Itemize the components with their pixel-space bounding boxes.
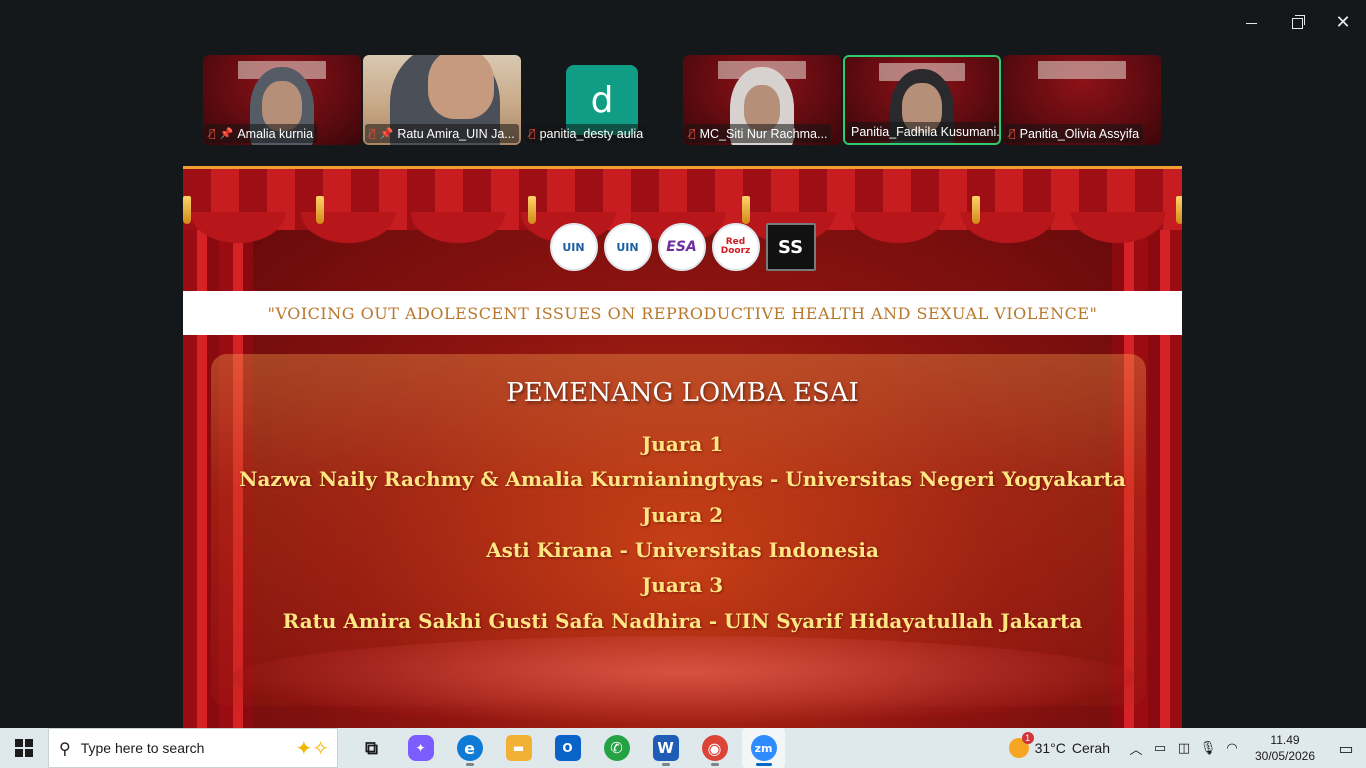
weather-widget[interactable]: 31°C Cerah	[1008, 732, 1110, 758]
winner-name-3: Ratu Amira Sakhi Gusti Safa Nadhira - UI…	[282, 609, 1083, 633]
zoom-meeting-window: ✕ 🎙̸ 📌 Amalia kurnia 🎙̸ 📌 Ratu Amira_UIN…	[0, 0, 1366, 728]
ss-warung-logo: SS	[765, 223, 816, 271]
search-icon: ⚲	[59, 738, 71, 758]
edge-icon: e	[456, 735, 483, 761]
notification-icon[interactable]: ▭	[1326, 728, 1366, 768]
winner-rank-2: Juara 2	[641, 503, 724, 527]
taskbar-edge[interactable]: e	[448, 728, 491, 768]
pin-icon: 📌	[219, 127, 234, 140]
sponsor-logos: UIN UIN ESA Red Doorz SS	[183, 223, 1182, 271]
restore-icon	[1291, 14, 1305, 29]
taskbar-chrome[interactable]: ◉	[693, 728, 736, 768]
taskbar-outlook[interactable]: O	[546, 728, 589, 768]
zoom-icon: zm	[750, 735, 777, 761]
slide-subtitle: "VOICING OUT ADOLESCENT ISSUES ON REPROD…	[183, 291, 1182, 335]
battery-icon[interactable]: ▭	[1148, 728, 1172, 768]
winner-name-2: Asti Kirana - Universitas Indonesia	[486, 538, 879, 562]
esa-logo: ESA	[657, 223, 706, 271]
minimize-icon	[1245, 22, 1257, 24]
mic-muted-icon: 🎙̸	[689, 127, 696, 140]
participant-tile-mc-siti[interactable]: 🎙̸ MC_Siti Nur Rachma...	[683, 55, 841, 145]
participant-tile-olivia[interactable]: 🎙̸ Panitia_Olivia Assyifa	[1003, 55, 1161, 145]
chrome-icon: ◉	[701, 735, 728, 761]
shared-screen: UIN UIN ESA Red Doorz SS "VOICING OUT AD…	[183, 166, 1182, 728]
windows-taskbar: ⚲ Type here to search ✦✧ ⧉ ✦ e ▬ O ✆ W ◉…	[0, 728, 1366, 768]
taskbar-search[interactable]: ⚲ Type here to search ✦✧	[48, 728, 338, 768]
taskbar-file-explorer[interactable]: ▬	[497, 728, 540, 768]
uin-logo: UIN	[549, 223, 598, 271]
start-button[interactable]	[0, 728, 48, 768]
minimize-button[interactable]	[1228, 8, 1274, 38]
winner-rank-3: Juara 3	[641, 573, 724, 597]
taskbar-whatsapp[interactable]: ✆	[595, 728, 638, 768]
reddoorz-logo: Red Doorz	[711, 223, 760, 271]
copilot-sparkle-icon[interactable]: ✦✧	[295, 736, 329, 760]
stage-floor	[223, 636, 1143, 726]
participant-label: Panitia_Fadhila Kusumani...	[847, 122, 999, 141]
mic-muted-icon: 🎙̸	[529, 127, 536, 140]
windows-icon	[15, 739, 33, 757]
camera-icon[interactable]: ◫	[1172, 728, 1196, 768]
participant-label: 🎙̸ Panitia_Olivia Assyifa	[1005, 124, 1144, 143]
participant-label: 🎙̸ 📌 Ratu Amira_UIN Ja...	[365, 124, 519, 143]
clock-date: 30/05/2026	[1254, 749, 1316, 763]
weather-condition: Cerah	[1071, 740, 1110, 756]
pin-icon: 📌	[379, 127, 394, 140]
word-icon: W	[652, 735, 679, 761]
taskbar-apps: ⧉ ✦ e ▬ O ✆ W ◉ zm	[350, 728, 785, 768]
whatsapp-icon: ✆	[603, 735, 630, 761]
winner-rank-1: Juara 1	[641, 432, 724, 456]
participant-tile-amalia[interactable]: 🎙̸ 📌 Amalia kurnia	[203, 55, 361, 145]
clock-time: 11.49	[1270, 733, 1300, 747]
show-hidden-icons-chevron-up-icon[interactable]: ︿	[1124, 728, 1148, 768]
search-placeholder: Type here to search	[80, 740, 205, 756]
microphone-icon[interactable]: 🎙	[1196, 728, 1220, 768]
taskbar-word[interactable]: W	[644, 728, 687, 768]
participant-tile-desty[interactable]: d 🎙̸ panitia_desty aulia	[523, 55, 681, 145]
close-button[interactable]: ✕	[1320, 8, 1366, 38]
task-view-icon: ⧉	[365, 737, 378, 759]
participant-label: 🎙̸ MC_Siti Nur Rachma...	[685, 124, 832, 143]
taskbar-clock[interactable]: 11.49 30/05/2026	[1244, 732, 1326, 764]
taskbar-copilot[interactable]: ✦	[399, 728, 442, 768]
mic-muted-icon: 🎙̸	[369, 127, 376, 140]
weather-temp: 31°C	[1034, 740, 1066, 756]
participant-tile-fadhila[interactable]: Panitia_Fadhila Kusumani...	[843, 55, 1001, 145]
copilot-icon: ✦	[407, 735, 434, 761]
curtain-valance	[183, 166, 1182, 248]
restore-button[interactable]	[1274, 8, 1320, 38]
participant-label: 🎙̸ 📌 Amalia kurnia	[205, 124, 318, 143]
taskbar-task-view[interactable]: ⧉	[350, 728, 393, 768]
uin-faculty-logo: UIN	[603, 223, 652, 271]
system-tray: 31°C Cerah ︿ ▭ ◫ 🎙 ◠ 11.49 30/05/2026 ▭	[1008, 728, 1366, 768]
close-icon: ✕	[1335, 12, 1351, 33]
window-controls: ✕	[1228, 8, 1366, 38]
outlook-icon: O	[554, 735, 581, 761]
winner-name-1: Nazwa Naily Rachmy & Amalia Kurnianingty…	[239, 467, 1126, 491]
participant-tile-ratu[interactable]: 🎙̸ 📌 Ratu Amira_UIN Ja...	[363, 55, 521, 145]
participant-face	[427, 55, 494, 119]
participant-label: 🎙̸ panitia_desty aulia	[525, 124, 648, 143]
sun-icon	[1008, 732, 1034, 758]
folder-icon: ▬	[505, 735, 532, 761]
slide-title: PEMENANG LOMBA ESAI	[506, 378, 859, 408]
wifi-icon[interactable]: ◠	[1220, 728, 1244, 768]
mic-muted-icon: 🎙̸	[1009, 127, 1016, 140]
taskbar-zoom[interactable]: zm	[742, 728, 785, 768]
mic-muted-icon: 🎙̸	[209, 127, 216, 140]
